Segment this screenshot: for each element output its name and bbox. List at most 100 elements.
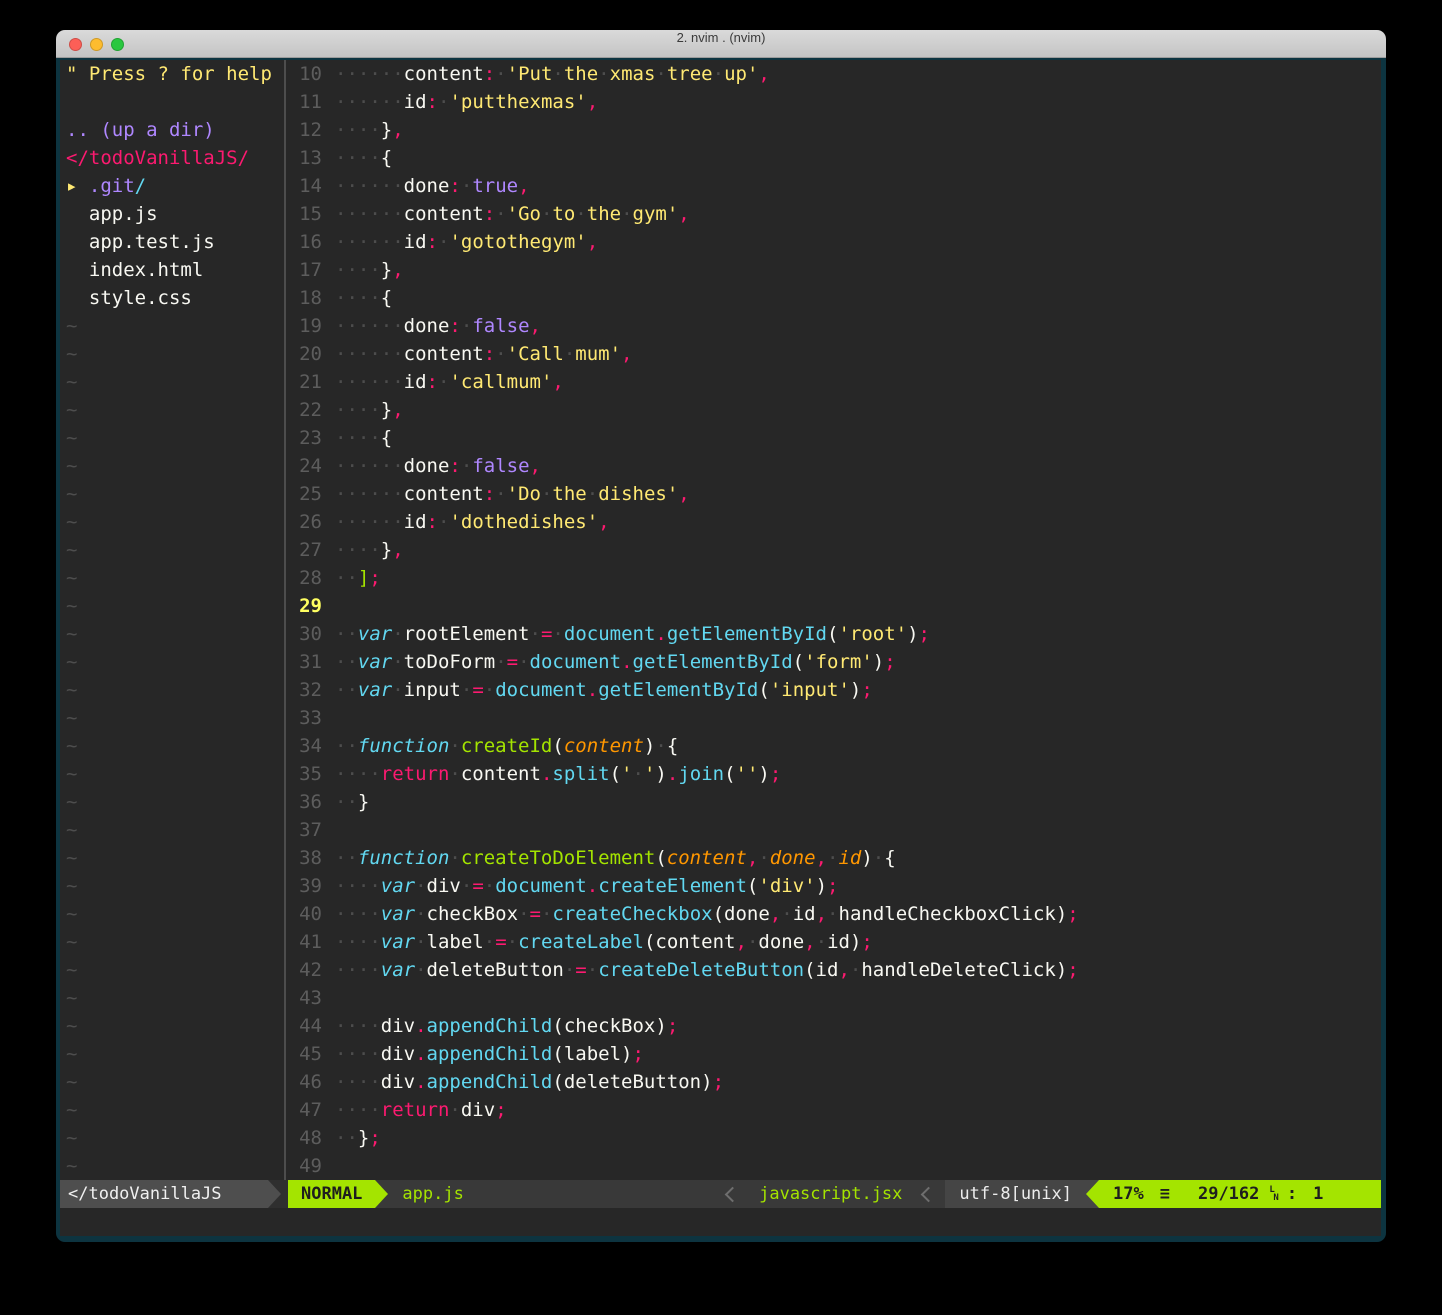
tree-file-app-js[interactable]: app.js (60, 200, 284, 228)
line-number: 37 (286, 816, 322, 844)
tree-dir-git[interactable]: ▸ .git/ (60, 172, 284, 200)
line-number: 20 (286, 340, 322, 368)
line-number: 42 (286, 956, 322, 984)
line-number: 34 (286, 732, 322, 760)
line-number: 29 (286, 592, 322, 620)
filetype-segment: javascript.jsx (749, 1180, 912, 1208)
tilde-line: ~ (60, 312, 284, 340)
code-line[interactable]: 44····div.appendChild(checkBox); (286, 1012, 1381, 1040)
code-line[interactable]: 13····{ (286, 144, 1381, 172)
code-line[interactable]: 37 (286, 816, 1381, 844)
code-line[interactable]: 17····}, (286, 256, 1381, 284)
line-number: 41 (286, 928, 322, 956)
code-line[interactable]: 39····var·div·=·document.createElement('… (286, 872, 1381, 900)
code-line[interactable]: 35····return·content.split('·').join('')… (286, 760, 1381, 788)
statusline-spacer (478, 1180, 716, 1208)
code-line[interactable]: 40····var·checkBox·=·createCheckbox(done… (286, 900, 1381, 928)
line-number: 27 (286, 536, 322, 564)
code-line[interactable]: 31··var·toDoForm·=·document.getElementBy… (286, 648, 1381, 676)
code-line[interactable]: 46····div.appendChild(deleteButton); (286, 1068, 1381, 1096)
code-line[interactable]: 19······done:·false, (286, 312, 1381, 340)
tree-file-app-test-js[interactable]: app.test.js (60, 228, 284, 256)
tilde-line: ~ (60, 928, 284, 956)
line-number: 43 (286, 984, 322, 1012)
code-line[interactable]: 23····{ (286, 424, 1381, 452)
line-number: 17 (286, 256, 322, 284)
column-number: 1 (1313, 1184, 1323, 1204)
tilde-line: ~ (60, 872, 284, 900)
command-line[interactable] (60, 1208, 1381, 1236)
tilde-line: ~ (60, 1040, 284, 1068)
code-line[interactable]: 26······id:·'dothedishes', (286, 508, 1381, 536)
code-line[interactable]: 22····}, (286, 396, 1381, 424)
code-line[interactable]: 47····return·div; (286, 1096, 1381, 1124)
position-colon: : (1287, 1184, 1297, 1204)
line-number: 31 (286, 648, 322, 676)
tilde-line: ~ (60, 424, 284, 452)
nvim-screen: " Press ? for help.. (up a dir)</todoVan… (60, 60, 1381, 1236)
code-line[interactable]: 34··function·createId(content)·{ (286, 732, 1381, 760)
line-number: 15 (286, 200, 322, 228)
code-line[interactable]: 32··var·input·=·document.getElementById(… (286, 676, 1381, 704)
tilde-line: ~ (60, 536, 284, 564)
terminal-window: 2. nvim . (nvim) " Press ? for help.. (u… (56, 30, 1386, 1242)
mode-indicator: NORMAL (288, 1180, 375, 1208)
code-line[interactable]: 21······id:·'callmum', (286, 368, 1381, 396)
tilde-line: ~ (60, 1124, 284, 1152)
code-line[interactable]: 30··var·rootElement·=·document.getElemen… (286, 620, 1381, 648)
code-line[interactable]: 36··} (286, 788, 1381, 816)
code-line[interactable]: 27····}, (286, 536, 1381, 564)
line-number: 12 (286, 116, 322, 144)
tilde-line: ~ (60, 340, 284, 368)
chevron-left-icon (725, 1186, 741, 1202)
editor-buffer[interactable]: 10······content:·'Put·the·xmas·tree·up',… (286, 60, 1381, 1180)
tilde-line: ~ (60, 676, 284, 704)
tree-root[interactable]: </todoVanillaJS/ (60, 144, 284, 172)
line-number: 39 (286, 872, 322, 900)
code-line[interactable]: 10······content:·'Put·the·xmas·tree·up', (286, 60, 1381, 88)
zoom-button[interactable] (111, 38, 124, 51)
tree-file-style-css[interactable]: style.css (60, 284, 284, 312)
line-number: 46 (286, 1068, 322, 1096)
code-line[interactable]: 12····}, (286, 116, 1381, 144)
code-line[interactable]: 29 (286, 592, 1381, 620)
code-line[interactable]: 42····var·deleteButton·=·createDeleteBut… (286, 956, 1381, 984)
line-number: 13 (286, 144, 322, 172)
code-line[interactable]: 49 (286, 1152, 1381, 1180)
line-number: 44 (286, 1012, 322, 1040)
line-number: 26 (286, 508, 322, 536)
line-number: 11 (286, 88, 322, 116)
terminal-content: " Press ? for help.. (up a dir)</todoVan… (56, 58, 1386, 1242)
window-title: 2. nvim . (nvim) (56, 30, 1386, 45)
powerline-arrow-icon (268, 1180, 281, 1208)
code-line[interactable]: 14······done:·true, (286, 172, 1381, 200)
minimize-button[interactable] (90, 38, 103, 51)
code-line[interactable]: 38··function·createToDoElement(content,·… (286, 844, 1381, 872)
close-button[interactable] (69, 38, 82, 51)
tilde-line: ~ (60, 1012, 284, 1040)
code-line[interactable]: 25······content:·'Do·the·dishes', (286, 480, 1381, 508)
code-line[interactable]: 15······content:·'Go·to·the·gym', (286, 200, 1381, 228)
tilde-line: ~ (60, 480, 284, 508)
line-number: 48 (286, 1124, 322, 1152)
code-line[interactable]: 20······content:·'Call·mum', (286, 340, 1381, 368)
tree-updir[interactable]: .. (up a dir) (60, 116, 284, 144)
code-line[interactable]: 33 (286, 704, 1381, 732)
chevron-left-icon (921, 1186, 937, 1202)
titlebar[interactable]: 2. nvim . (nvim) (56, 30, 1386, 58)
code-line[interactable]: 48··}; (286, 1124, 1381, 1152)
tilde-line: ~ (60, 788, 284, 816)
tilde-line: ~ (60, 592, 284, 620)
code-line[interactable]: 45····div.appendChild(label); (286, 1040, 1381, 1068)
code-line[interactable]: 18····{ (286, 284, 1381, 312)
statusline-gap (281, 1180, 288, 1208)
code-line[interactable]: 43 (286, 984, 1381, 1012)
code-line[interactable]: 28··]; (286, 564, 1381, 592)
code-line[interactable]: 41····var·label·=·createLabel(content,·d… (286, 928, 1381, 956)
code-line[interactable]: 16······id:·'gotothegym', (286, 228, 1381, 256)
line-number: 33 (286, 704, 322, 732)
line-number: 23 (286, 424, 322, 452)
code-line[interactable]: 24······done:·false, (286, 452, 1381, 480)
code-line[interactable]: 11······id:·'putthexmas', (286, 88, 1381, 116)
tree-file-index-html[interactable]: index.html (60, 256, 284, 284)
